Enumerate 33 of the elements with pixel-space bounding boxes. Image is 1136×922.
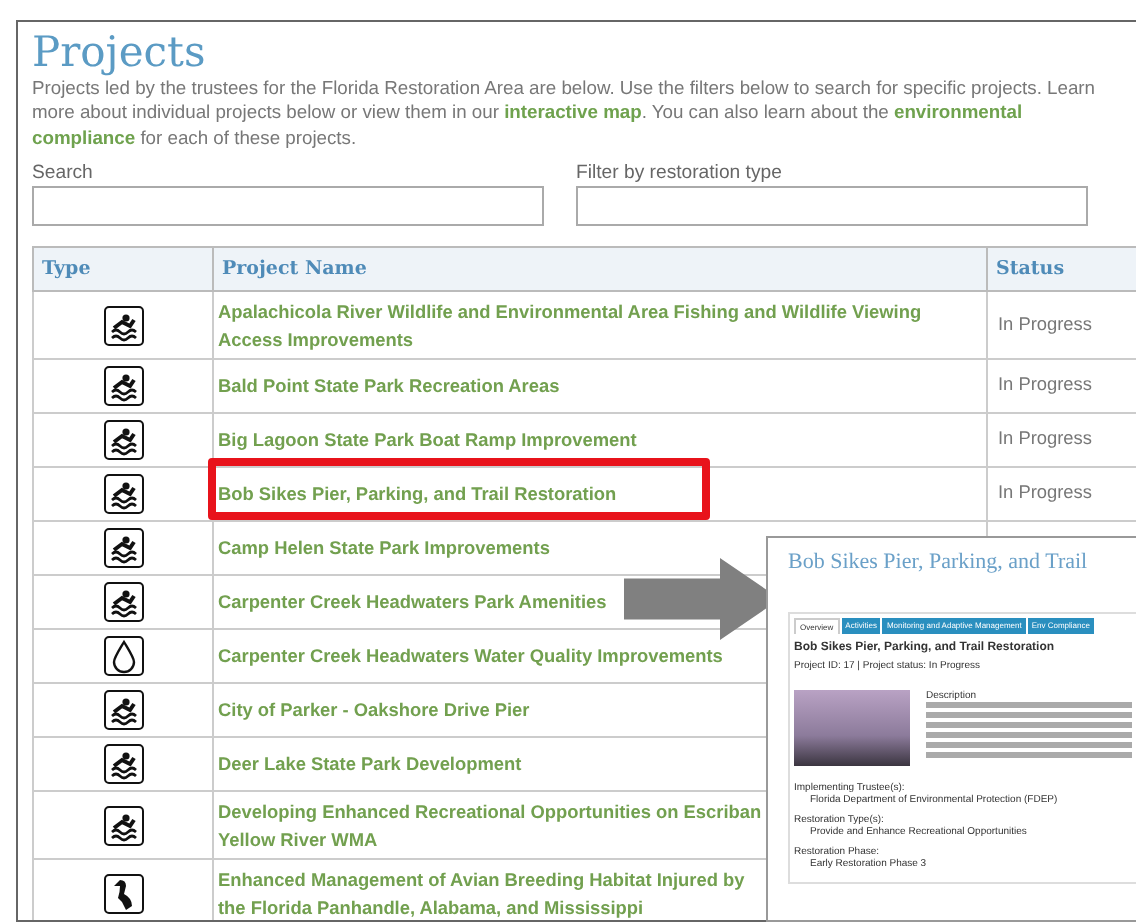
swimmer-icon (103, 582, 143, 623)
swimmer-icon (103, 805, 143, 846)
column-header: Type (33, 247, 213, 292)
swimmer-icon (103, 305, 143, 346)
status-text: In Progress (998, 482, 1092, 503)
preview-title: Bob Sikes Pier, Parking, and Trail (788, 548, 1090, 578)
project-link[interactable]: City of Parker - Oakshore Drive Pier (218, 696, 530, 725)
filter-label: Filter by restoration type (576, 161, 784, 187)
swimmer-icon (103, 744, 143, 785)
project-link[interactable]: Carpenter Creek Headwaters Park Amenities (218, 588, 607, 617)
text-field[interactable] (576, 186, 1088, 227)
project-link[interactable]: Camp Helen State Park Improvements (218, 534, 550, 563)
bird-icon (103, 873, 143, 914)
project-link[interactable]: Carpenter Creek Headwaters Water Quality Improvements (218, 642, 723, 671)
swimmer-icon (103, 528, 143, 569)
swimmer-icon (103, 690, 143, 731)
water-drop-icon (103, 636, 143, 677)
swimmer-icon (103, 366, 143, 407)
page-title: Projects (32, 30, 208, 77)
project-link[interactable]: Deer Lake State Park Development (218, 750, 522, 779)
filter-label: Search (32, 161, 95, 187)
column-header: Status (987, 247, 1136, 292)
text-field[interactable] (32, 186, 544, 227)
swimmer-icon (103, 474, 143, 515)
intro-paragraph: Projects led by the trustees for the Florida Restoration Area are below. Use the filters below to search for specific projects. Learn more about individual projects below or view them in our interactive map. You can also learn about the environmental compliance for each of these projects. (32, 76, 1098, 150)
column-header: Project Name (213, 247, 987, 292)
swimmer-icon (103, 420, 143, 461)
status-text: In Progress (998, 374, 1092, 395)
status-text: In Progress (998, 428, 1092, 449)
project-link[interactable]: Enhanced Management of Avian Breeding Habitat Injured by the Florida Panhandle, Alabama, and Mississippi (218, 865, 745, 920)
status-text: In Progress (998, 313, 1092, 334)
project-link[interactable]: Developing Enhanced Recreational Opportunities on Escriban Yellow River WMA (218, 797, 762, 854)
photo-placeholder (794, 689, 910, 766)
